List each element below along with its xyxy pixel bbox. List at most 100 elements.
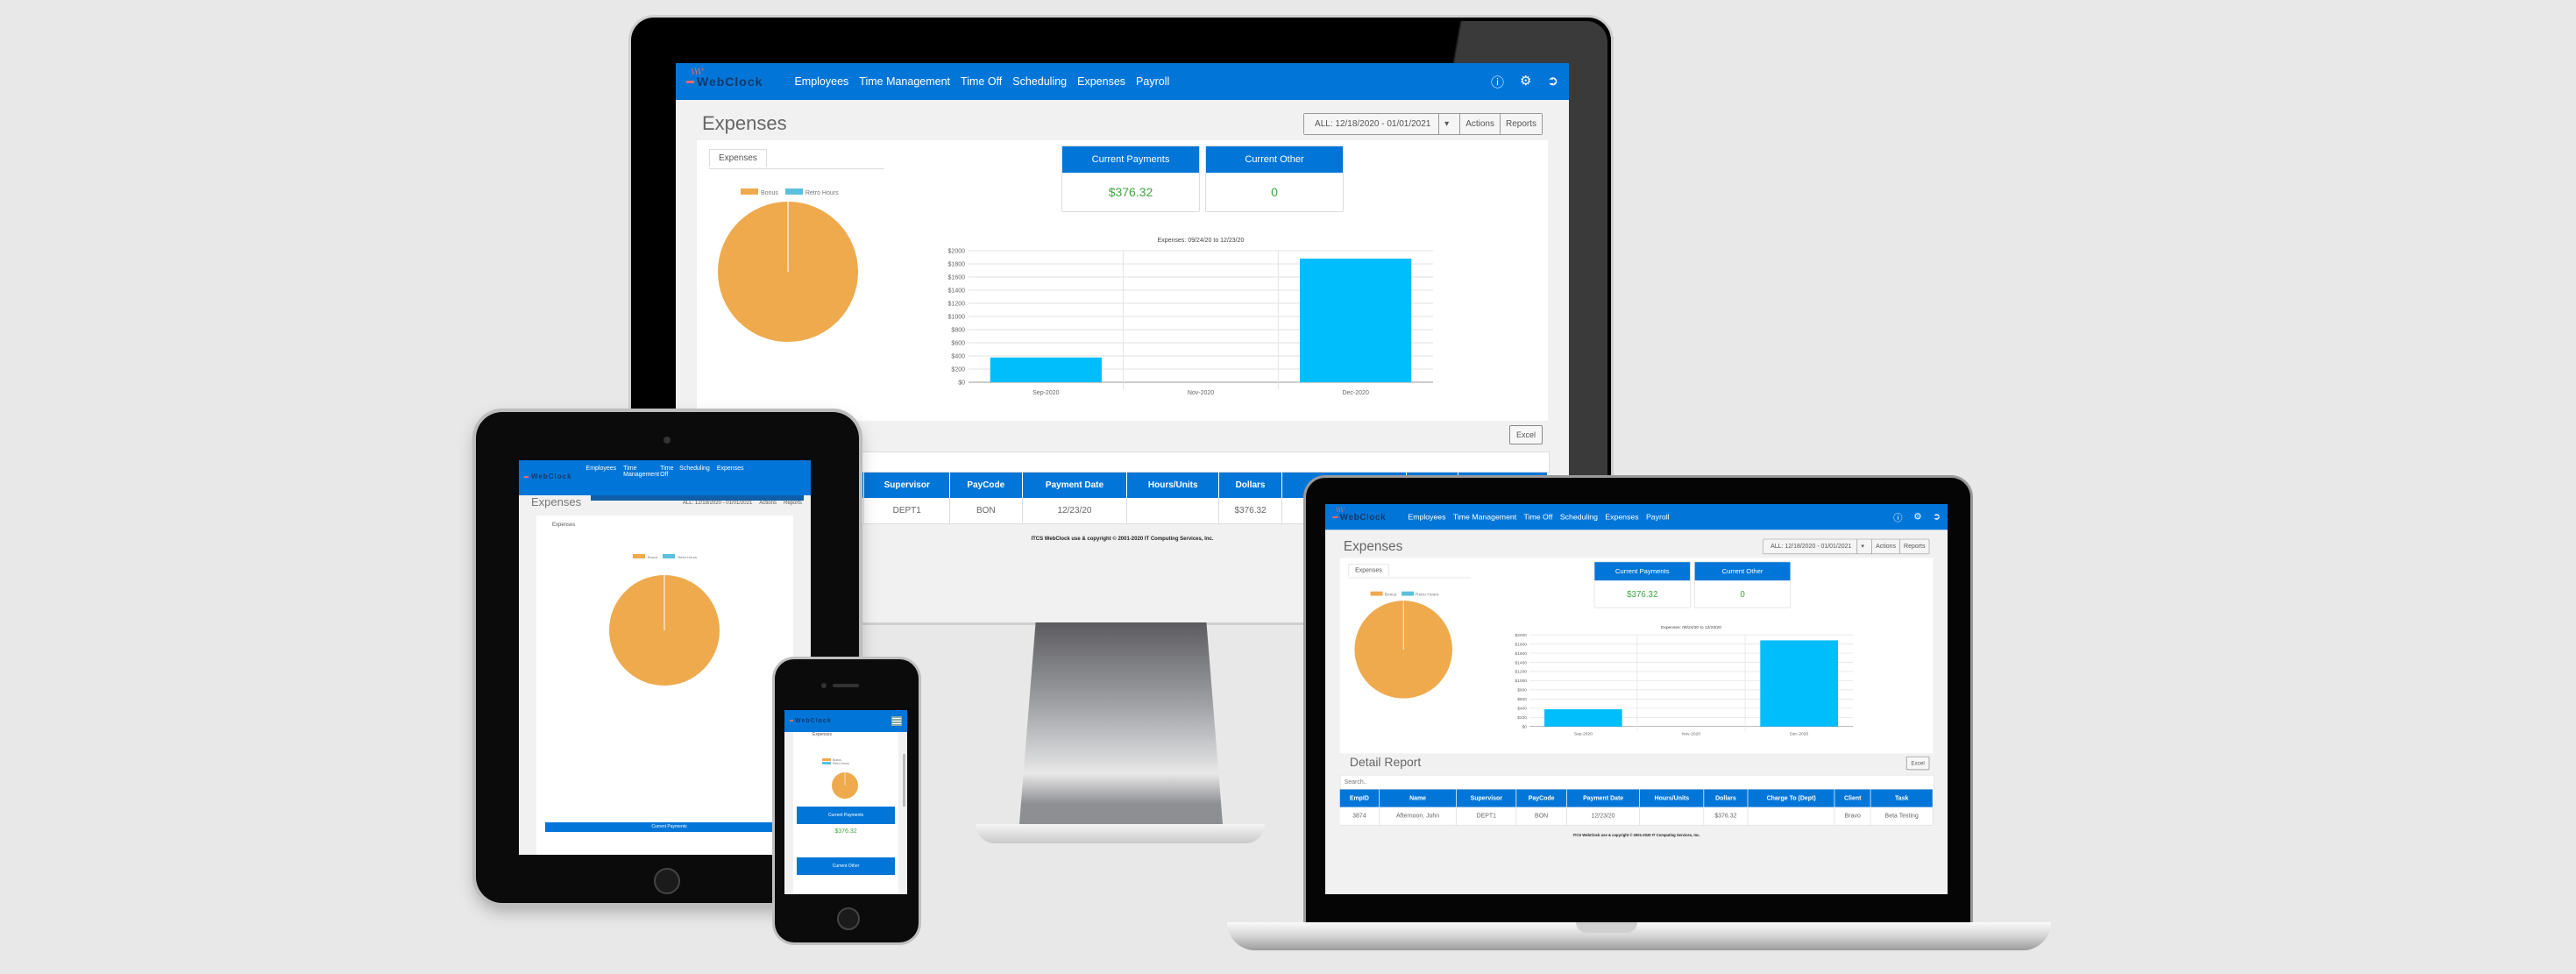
phone-screen: WebClock Expenses Bonus Retro Hours Curr…: [784, 710, 907, 894]
card-current-payments: Current Payments $376.32: [1061, 146, 1200, 212]
tablet-tab-expenses[interactable]: Expenses: [536, 515, 793, 528]
x-tick-label: Nov-2020: [1188, 390, 1214, 396]
column-header[interactable]: Task: [1870, 789, 1934, 807]
date-range-select[interactable]: ALL: 12/18/2020 - 01/01/2021 ▾: [1304, 113, 1460, 134]
tab-expenses[interactable]: Expenses: [1348, 564, 1389, 577]
tablet-nav-scheduling[interactable]: Scheduling: [679, 466, 710, 472]
column-header[interactable]: EmpID: [1339, 789, 1380, 807]
date-range-select[interactable]: ALL: 12/18/2020 - 01/01/2021 ▾: [1763, 539, 1872, 554]
column-header[interactable]: Client: [1834, 789, 1871, 807]
column-header[interactable]: Supervisor: [863, 473, 951, 498]
tablet-camera: [664, 437, 671, 444]
tablet-navbar: WebClock Employees Time Management Time …: [519, 460, 811, 495]
nav-time-off[interactable]: Time Off: [1524, 513, 1553, 522]
gear-icon[interactable]: ⚙: [1520, 73, 1531, 91]
tablet-pie-chart: [609, 575, 720, 686]
caret-down-icon: ▾: [1438, 113, 1455, 134]
phone-scrollbar[interactable]: [903, 754, 905, 807]
nav-expenses[interactable]: Expenses: [1605, 513, 1638, 522]
tablet-panel: Expenses Bonus Retro Hours Current Payme…: [536, 515, 793, 855]
legend-label: Retro Hours: [678, 555, 697, 559]
column-header[interactable]: Supervisor: [1456, 789, 1517, 807]
column-header[interactable]: Payment Date: [1566, 789, 1641, 807]
column-header[interactable]: Hours/Units: [1126, 473, 1220, 498]
column-header[interactable]: Dollars: [1703, 789, 1749, 807]
webclock-logo[interactable]: \\\' WebClock: [686, 68, 763, 89]
logout-icon[interactable]: ➲: [1933, 510, 1941, 523]
nav-payroll[interactable]: Payroll: [1136, 75, 1169, 88]
y-tick-label: $0: [958, 380, 965, 387]
nav-employees[interactable]: Employees: [794, 75, 848, 88]
chart-title: Expenses: 09/24/20 to 12/23/20: [1158, 238, 1245, 244]
y-tick-label: $400: [1517, 707, 1527, 712]
phone-pie-chart: [832, 772, 858, 799]
bar-dec-2020: [1760, 640, 1838, 727]
nav-payroll[interactable]: Payroll: [1646, 513, 1670, 522]
column-header[interactable]: Hours/Units: [1639, 789, 1705, 807]
help-icon[interactable]: ⓘ: [1491, 73, 1504, 91]
nav-time-management[interactable]: Time Management: [859, 75, 950, 88]
webclock-app-laptop: \\\' WebClock Employees Time Management T…: [1325, 504, 1948, 847]
monitor-stand: [1019, 622, 1223, 824]
phone-camera: [821, 683, 827, 688]
excel-export-button[interactable]: Excel: [1905, 756, 1930, 770]
bar-dec-2020: [1300, 259, 1412, 382]
reports-button[interactable]: Reports: [1899, 539, 1929, 554]
actions-button[interactable]: Actions: [1871, 539, 1900, 554]
tablet-home-button[interactable]: [654, 868, 680, 894]
hamburger-menu-icon[interactable]: [891, 716, 902, 726]
tablet-actions-button[interactable]: Actions: [759, 501, 777, 508]
phone-card-current-payments-title: Current Payments: [797, 807, 895, 824]
column-header[interactable]: Dollars: [1218, 473, 1283, 498]
y-tick-label: $2000: [1515, 633, 1527, 638]
nav-employees[interactable]: Employees: [1408, 513, 1445, 522]
y-tick-label: $400: [951, 354, 965, 360]
logout-icon[interactable]: ➲: [1547, 73, 1558, 91]
table-header-row: EmpIDNameSupervisorPayCodePayment DateHo…: [1339, 789, 1934, 807]
nav-expenses[interactable]: Expenses: [1077, 75, 1125, 88]
nav-scheduling[interactable]: Scheduling: [1560, 513, 1598, 522]
phone-panel: Expenses Bonus Retro Hours Current Payme…: [793, 732, 898, 894]
nav-time-management[interactable]: Time Management: [1453, 513, 1516, 522]
tablet-date-range-select[interactable]: ALL: 12/18/2020 - 01/01/2021: [683, 501, 752, 508]
table-row[interactable]: 3874Afternoon, JohnDEPT1BON12/23/20 $376.…: [1339, 807, 1934, 826]
card-value: 0: [1271, 185, 1278, 199]
table-cell: [1126, 498, 1220, 524]
tablet-pie-legend: Bonus Retro Hours: [536, 554, 793, 559]
column-header[interactable]: Charge To (Dept): [1747, 789, 1835, 807]
y-tick-label: $1600: [948, 275, 966, 281]
card-current-other: Current Other 0: [1693, 561, 1792, 608]
y-tick-label: $600: [951, 341, 965, 347]
nav-time-off[interactable]: Time Off: [961, 75, 1002, 88]
webclock-logo[interactable]: \\\' WebClock: [1332, 507, 1386, 522]
y-tick-label: $2000: [948, 249, 966, 255]
help-icon[interactable]: ⓘ: [1893, 510, 1902, 523]
column-header[interactable]: Payment Date: [1022, 473, 1128, 498]
caret-down-icon: ▾: [1856, 539, 1869, 554]
phone-tab-expenses[interactable]: Expenses: [793, 732, 898, 737]
laptop-screen: \\\' WebClock Employees Time Management T…: [1325, 504, 1948, 894]
tablet-nav-expenses[interactable]: Expenses: [717, 466, 744, 472]
reports-button[interactable]: Reports: [1499, 113, 1542, 134]
excel-export-button[interactable]: Excel: [1508, 424, 1543, 444]
nav-scheduling[interactable]: Scheduling: [1012, 75, 1067, 88]
tablet-nav-time-management[interactable]: Time Management: [623, 466, 659, 478]
y-tick-label: $1200: [948, 302, 966, 308]
phone-home-button[interactable]: [837, 907, 860, 930]
column-header[interactable]: PayCode: [949, 473, 1023, 498]
gear-icon[interactable]: ⚙: [1913, 510, 1921, 523]
column-header[interactable]: Name: [1379, 789, 1458, 807]
tablet-nav-employees[interactable]: Employees: [586, 466, 617, 472]
expenses-panel: Expenses Bonus Retro Hours Current Payme…: [1339, 558, 1934, 754]
search-input[interactable]: [1339, 774, 1934, 790]
tablet-reports-button[interactable]: Reports: [784, 501, 802, 508]
phone-card-current-payments-value: $376.32: [834, 828, 857, 835]
tablet-page-title: Expenses: [531, 495, 582, 508]
tab-expenses[interactable]: Expenses: [709, 149, 767, 167]
y-tick-label: $200: [1517, 715, 1527, 721]
legend-retro: Retro Hours: [663, 554, 697, 559]
tablet-nav-time-off[interactable]: Time Off: [660, 466, 673, 478]
tablet-page-head: Expenses ALL: 12/18/2020 - 01/01/2021 Ac…: [519, 495, 811, 508]
column-header[interactable]: PayCode: [1515, 789, 1567, 807]
actions-button[interactable]: Actions: [1459, 113, 1500, 134]
